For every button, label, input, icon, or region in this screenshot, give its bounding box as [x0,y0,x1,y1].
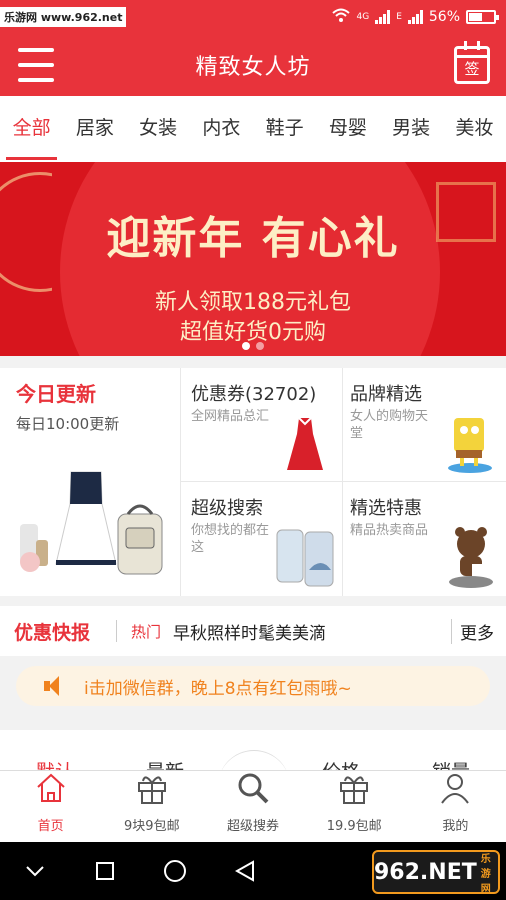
tab-9-9-shipping[interactable]: 9块9包邮 [101,771,202,842]
category-tabs: 全部 居家 女装 内衣 鞋子 母婴 男装 美妆 [0,96,506,162]
sort-newest[interactable]: 最新 [110,762,220,770]
network-label-2: E [396,12,402,22]
tab-mine[interactable]: 我的 [405,771,506,842]
dress-cosmetics-image [20,471,163,575]
tab-home-bottom[interactable]: 首页 [0,771,101,842]
sponge-toy-image [448,418,492,473]
promo-headline[interactable]: 早秋照样时髦美美滴 [173,619,451,644]
tab-beauty[interactable]: 美妆 [443,96,506,162]
brand-title: 品牌精选 [350,384,422,405]
tab-home[interactable]: 居家 [63,96,126,162]
notice-bar[interactable]: i击加微信群，晚上8点有红包雨哦~ [16,666,490,706]
more-link[interactable]: 更多 [451,618,506,644]
menu-icon[interactable] [18,48,54,82]
promo-news-bar: 优惠快报 热门 早秋照样时髦美美滴 更多 [0,606,506,656]
battery-percent: 56% [428,9,460,25]
home-icon [36,773,65,802]
signal-icon [375,10,391,24]
collapse-nav-button[interactable] [0,865,70,877]
user-icon [441,774,470,804]
battery-icon [466,10,499,24]
divider [116,620,117,642]
system-nav-bar: 962.NET 乐游网 [0,842,506,900]
tab-label: 9块9包邮 [124,819,180,834]
special-deals-card[interactable]: 精选特惠 精品热卖商品 [340,482,506,596]
square-icon [96,862,114,880]
red-dress-image [287,417,323,470]
promo-title: 优惠快报 [14,621,91,644]
network-label: 4G [356,12,370,22]
page-title: 精致女人坊 [195,55,311,80]
sign-label: 签 [464,60,480,78]
back-button[interactable] [210,860,280,882]
coupon-card[interactable]: 优惠券(32702) 全网精品总汇 [181,368,343,482]
coupon-title: 优惠券(32702) [191,384,317,405]
special-deals-subtitle: 精品热卖商品 [350,523,429,538]
tab-underwear[interactable]: 内衣 [190,96,253,162]
today-title: 今日更新 [16,382,96,406]
site-logo: 962.NET 乐游网 [372,850,500,895]
super-search-card[interactable]: 超级搜索 你想找的都在这 [181,482,343,596]
circle-icon [164,860,186,882]
tab-label: 19.9包邮 [326,819,382,834]
promo-banner[interactable]: 迎新年 有心礼 新人领取188元礼包 超值好货0元购 [0,162,506,356]
tab-women[interactable]: 女装 [127,96,190,162]
bear-figure-image [449,527,493,588]
wifi-icon [332,8,351,26]
tab-label: 我的 [442,819,469,834]
sign-in-calendar-button[interactable]: 签 [454,41,490,84]
app-header: 精致女人坊 签 [0,34,506,96]
today-subtitle: 每日10:00更新 [16,415,120,433]
tab-baby[interactable]: 母婴 [316,96,379,162]
gift-icon [340,776,369,804]
search-icon [238,773,269,804]
feature-grid: 今日更新 每日10:00更新 优惠券(32702) 全网精品总汇 品牌精选 女人… [0,368,506,596]
hot-tag: 热门 [131,622,162,641]
brand-subtitle: 女人的购物天堂 [350,409,429,441]
banner-line-1: 新人领取188元礼包 [155,290,351,315]
sort-price[interactable]: 价格 [286,762,396,770]
sort-default[interactable]: 默认 [0,762,110,770]
banner-headline: 迎新年 有心礼 [106,213,400,264]
logo-text: 962.NET [374,859,477,885]
status-bar: 乐游网 www.962.net 4G E 56% [0,0,506,34]
tab-label: 首页 [37,819,64,834]
tab-super-coupon[interactable]: 超级搜券 [202,771,303,842]
tab-shoes[interactable]: 鞋子 [253,96,316,162]
brand-card[interactable]: 品牌精选 女人的购物天堂 [340,368,506,482]
coupon-subtitle: 全网精品总汇 [191,409,270,424]
tab-men[interactable]: 男装 [380,96,443,162]
speaker-icon [44,676,72,696]
special-deals-title: 精选特惠 [350,498,422,519]
sort-sales[interactable]: 销量 [396,762,506,770]
logo-sub: 乐游网 [480,853,491,895]
super-search-subtitle: 你想找的都在这 [191,523,270,555]
tab-label: 超级搜券 [227,819,280,834]
tab-19-9-shipping[interactable]: 19.9包邮 [304,771,405,842]
phone-case-image [276,529,334,587]
bottom-tab-bar: 首页 9块9包邮 超级搜券 19.9包邮 我的 [0,770,506,842]
home-nav-button[interactable] [140,859,210,883]
back-triangle-icon [235,860,254,882]
notice-text: i击加微信群，晚上8点有红包雨哦~ [84,678,352,699]
chevron-down-icon [26,866,44,877]
tab-all[interactable]: 全部 [0,96,63,162]
carousel-dots [0,342,506,350]
gift-icon [137,776,166,804]
super-search-title: 超级搜索 [191,498,263,519]
signal-icon-2 [407,10,423,24]
recents-button[interactable] [70,861,140,881]
today-update-card[interactable]: 今日更新 每日10:00更新 [0,368,181,596]
watermark: 乐游网 www.962.net [0,7,127,27]
